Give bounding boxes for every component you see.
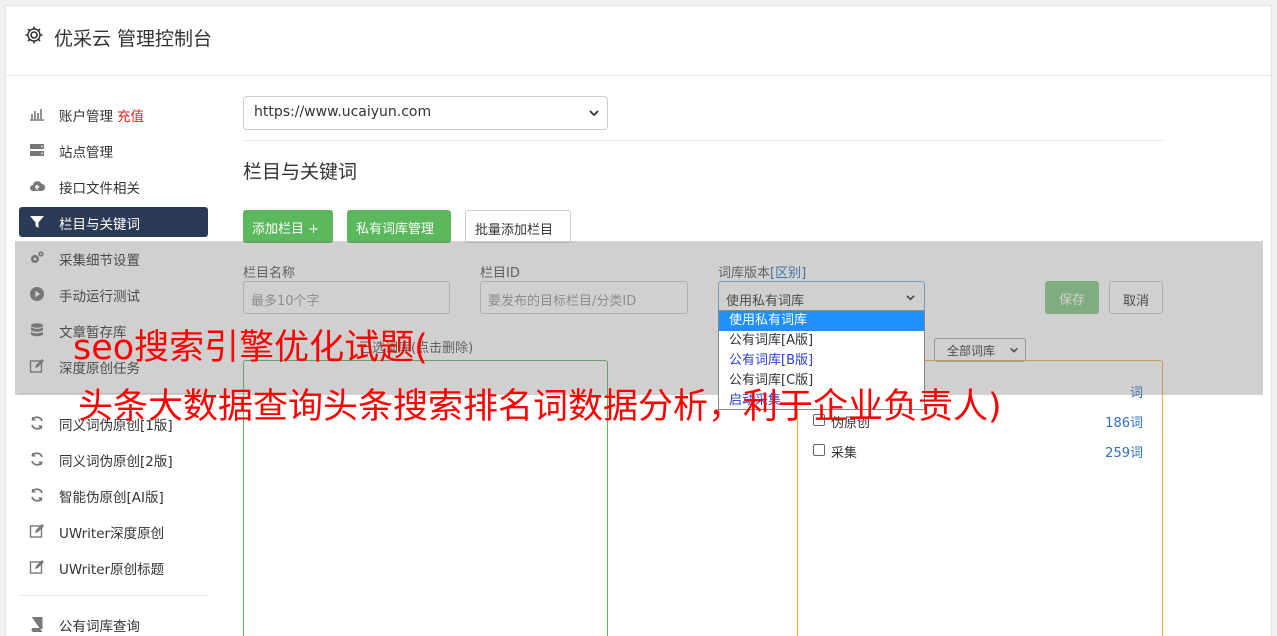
- lib-name: 采集: [831, 446, 858, 461]
- sidebar-item-columns[interactable]: 栏目与关键词: [19, 207, 208, 237]
- recharge-link[interactable]: 充值: [117, 109, 144, 125]
- sidebar-item-uwriter-title[interactable]: UWriter原创标题: [19, 552, 208, 582]
- sidebar-item-account[interactable]: 账户管理 充值: [19, 99, 208, 129]
- edit-icon: [29, 560, 44, 574]
- sidebar-item-sites[interactable]: 站点管理: [19, 135, 208, 165]
- sidebar-item-label: 同义词伪原创[2版]: [59, 454, 173, 470]
- page-title: 优采云 管理控制台: [54, 28, 213, 50]
- lib-count: 186词: [1105, 416, 1143, 431]
- dropdown-option[interactable]: 公有词库[B版]: [719, 351, 924, 371]
- refresh-icon: [31, 488, 43, 502]
- divider: [243, 140, 1163, 141]
- site-select-value: https://www.ucaiyun.com: [254, 104, 432, 120]
- dropdown-option[interactable]: 公有词库[A版]: [719, 331, 924, 351]
- sidebar-item-interface[interactable]: 接口文件相关: [19, 171, 208, 201]
- watermark-line-1: seo搜索引擎优化试题(: [73, 328, 428, 368]
- sidebar-item-label: 智能伪原创[AI版]: [59, 490, 164, 506]
- dropdown-option[interactable]: 使用私有词库: [719, 311, 924, 331]
- sidebar-item-label: UWriter原创标题: [59, 562, 165, 578]
- section-title: 栏目与关键词: [243, 161, 358, 183]
- page-header: 优采云 管理控制台: [6, 6, 1271, 76]
- batch-add-button[interactable]: 批量添加栏目: [465, 210, 571, 243]
- filter-icon: [30, 216, 44, 228]
- gear-icon: [25, 26, 43, 44]
- server-icon: [30, 144, 44, 156]
- sidebar-divider: [19, 595, 208, 596]
- watermark-line-2: 头条大数据查询头条搜索排名词数据分析，利于企业负责人): [78, 387, 1002, 427]
- sidebar-item-uwriter-deep[interactable]: UWriter深度原创: [19, 516, 208, 546]
- private-lib-button[interactable]: 私有词库管理: [347, 210, 451, 243]
- sidebar-item-label: UWriter深度原创: [59, 526, 165, 542]
- list-item[interactable]: 采集 259词: [813, 441, 1143, 461]
- lib-count: 259词: [1105, 446, 1143, 461]
- sidebar-item-ai-rewrite[interactable]: 智能伪原创[AI版]: [19, 480, 208, 510]
- sidebar-item-label: 栏目与关键词: [59, 217, 140, 233]
- book-icon: [31, 617, 43, 632]
- sidebar-item-label: 公有词库查询: [59, 619, 140, 635]
- refresh-icon: [31, 452, 43, 466]
- add-column-button[interactable]: 添加栏目 +: [243, 210, 333, 243]
- sidebar-item-synonym-v2[interactable]: 同义词伪原创[2版]: [19, 444, 208, 474]
- gray-overlay-band: [15, 241, 1263, 395]
- cloud-upload-icon: [30, 181, 45, 192]
- sidebar-item-public-lib[interactable]: 公有词库查询: [19, 609, 208, 636]
- chevron-down-icon: [589, 110, 599, 117]
- edit-icon: [29, 524, 44, 538]
- sidebar-item-label: 接口文件相关: [59, 181, 140, 197]
- lib-checkbox[interactable]: [813, 444, 825, 456]
- sidebar-item-label: 账户管理: [59, 109, 113, 125]
- bar-chart-icon: [30, 109, 44, 121]
- sidebar-item-label: 站点管理: [59, 145, 113, 161]
- site-select[interactable]: https://www.ucaiyun.com: [243, 96, 608, 130]
- refresh-icon: [31, 416, 43, 430]
